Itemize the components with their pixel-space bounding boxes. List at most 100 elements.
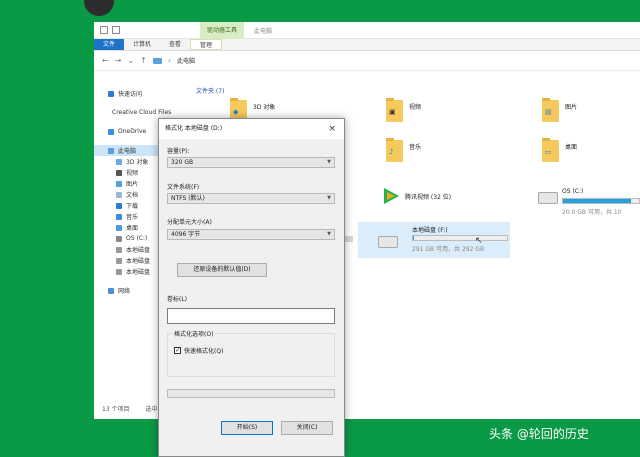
allocation-unit-label: 分配单元大小(A)	[167, 219, 212, 226]
drive-icon	[116, 268, 122, 275]
sidebar-item-pictures[interactable]: 图片	[94, 178, 166, 189]
filesystem-select[interactable]: NTFS (默认) ▼	[167, 193, 335, 204]
selection-status: 选中	[145, 406, 158, 413]
sidebar-item-label: 文档	[126, 192, 139, 199]
chevron-down-icon: ▼	[327, 195, 331, 201]
sidebar-item-local-disk[interactable]: 本地磁盘	[94, 244, 166, 255]
ribbon-tabs: 文件 计算机 查看 管理	[94, 39, 640, 51]
drive-label: 本地磁盘 (F:)	[412, 227, 448, 234]
drive-label: 腾讯视频 (32 位)	[405, 194, 452, 201]
filesystem-value: NTFS (默认)	[171, 195, 205, 202]
capacity-label: 容量(P):	[167, 148, 190, 155]
drive-label: OS (C:)	[562, 188, 584, 195]
folder-label: 视频	[409, 104, 422, 111]
dialog-title-text: 格式化 本地磁盘 (D:)	[165, 125, 223, 132]
forward-arrow-icon[interactable]: →	[115, 56, 122, 65]
drive-icon	[378, 236, 398, 248]
star-icon	[108, 90, 114, 97]
sidebar-item-label: 桌面	[126, 225, 139, 232]
format-progress-bar	[167, 389, 335, 398]
up-arrow-icon[interactable]: ↑	[140, 56, 147, 65]
picture-icon: ▤	[545, 108, 552, 116]
format-dialog: 格式化 本地磁盘 (D:) × 容量(P): 320 GB ▼ 文件系统(F) N…	[158, 118, 345, 457]
windows-drive-icon	[538, 192, 558, 204]
sidebar-item-music[interactable]: 音乐	[94, 211, 166, 222]
allocation-unit-select[interactable]: 4096 字节 ▼	[167, 229, 335, 240]
properties-icon[interactable]	[100, 26, 108, 34]
sidebar-item-os-c[interactable]: OS (C:)	[94, 233, 166, 244]
quick-format-checkbox[interactable]: ✓ 快速格式化(Q)	[174, 346, 223, 355]
drive-tencent-video[interactable]: 腾讯视频 (32 位)	[381, 186, 451, 208]
sidebar-item-downloads[interactable]: 下载	[94, 200, 166, 211]
sidebar-item-quick-access[interactable]: 快速访问	[94, 88, 166, 99]
restore-defaults-button[interactable]: 还原设备的默认值(D)	[177, 263, 267, 277]
sidebar-item-label: 下载	[126, 203, 139, 210]
music-icon: ♪	[389, 148, 394, 156]
sidebar-item-label: 本地磁盘	[126, 258, 151, 265]
start-button[interactable]: 开始(S)	[221, 421, 273, 435]
dialog-title: 格式化 本地磁盘 (D:) ×	[159, 119, 344, 139]
windows-drive-icon	[116, 235, 122, 242]
item-count: 13 个项目	[102, 406, 130, 413]
recent-chevron-icon[interactable]: ⌄	[127, 56, 134, 65]
sidebar-item-onedrive[interactable]: OneDrive	[94, 126, 166, 137]
breadcrumb[interactable]: 此电脑	[177, 56, 195, 65]
sidebar-item-local-disk[interactable]: 本地磁盘	[94, 255, 166, 266]
capacity-select[interactable]: 320 GB ▼	[167, 157, 335, 168]
sidebar-item-3d-objects[interactable]: 3D 对象	[94, 156, 166, 167]
sidebar-item-network[interactable]: 网络	[94, 285, 166, 296]
sidebar-item-this-pc[interactable]: 此电脑	[94, 145, 166, 156]
chevron-down-icon: ▼	[327, 231, 331, 237]
folder-icon: ▭	[542, 138, 559, 162]
sidebar-item-label: 本地磁盘	[126, 269, 151, 276]
sidebar-item-label: 快速访问	[118, 91, 143, 98]
allocation-unit-value: 4096 字节	[171, 231, 201, 238]
folder-pictures[interactable]: ▤ 图片	[542, 98, 577, 122]
sidebar-item-documents[interactable]: 文档	[94, 189, 166, 200]
sidebar-item-videos[interactable]: 视频	[94, 167, 166, 178]
cloud-icon	[108, 128, 114, 135]
folder-icon: ♪	[386, 138, 403, 162]
tab-computer[interactable]: 计算机	[124, 39, 160, 50]
filesystem-label: 文件系统(F)	[167, 184, 200, 191]
sidebar-item-label: 3D 对象	[126, 159, 149, 166]
sidebar-item-creative-cloud[interactable]: Creative Cloud Files	[94, 107, 171, 118]
tab-view[interactable]: 查看	[160, 39, 190, 50]
chevron-down-icon: ▼	[327, 159, 331, 165]
volume-label-input[interactable]	[167, 308, 335, 324]
format-options-label: 格式化选项(O)	[172, 329, 216, 338]
sidebar-item-desktop[interactable]: 桌面	[94, 222, 166, 233]
music-icon	[116, 213, 122, 220]
ribbon-context-tab[interactable]: 驱动器工具	[200, 22, 244, 39]
folder-icon: ▤	[542, 98, 559, 122]
tab-manage[interactable]: 管理	[190, 39, 223, 50]
download-icon	[116, 202, 122, 209]
folder-videos[interactable]: ▣ 视频	[386, 98, 422, 122]
sidebar-item-label: 图片	[126, 181, 139, 188]
this-pc-icon	[152, 57, 162, 64]
title-bar: 驱动器工具 此电脑	[94, 22, 640, 39]
cube-icon: ◆	[233, 108, 239, 116]
new-folder-icon[interactable]	[112, 26, 120, 34]
drive-usage-bar	[412, 235, 508, 241]
navigation-pane: 快速访问 Creative Cloud Files OneDrive 此电脑 3…	[94, 80, 171, 400]
sidebar-item-label: 视频	[126, 170, 139, 177]
folder-desktop[interactable]: ▭ 桌面	[542, 138, 577, 162]
back-arrow-icon[interactable]: ←	[102, 56, 109, 65]
sidebar-item-label: 音乐	[126, 214, 139, 221]
desktop-icon: ▭	[545, 148, 552, 156]
sidebar-item-local-disk[interactable]: 本地磁盘	[94, 266, 166, 277]
folders-section-header[interactable]: 文件夹 (7)	[196, 86, 224, 95]
folder-icon: ▣	[386, 98, 403, 122]
tab-file[interactable]: 文件	[94, 39, 125, 50]
drive-size: 20.0 GB 可用，共 10	[562, 209, 622, 216]
drive-usage-bar	[562, 198, 640, 204]
folder-music[interactable]: ♪ 音乐	[386, 138, 421, 162]
drive-local-f[interactable]: 本地磁盘 (F:) 291 GB 可用，共 292 GB	[358, 222, 510, 258]
close-icon[interactable]: ×	[328, 119, 336, 139]
sidebar-item-label: OneDrive	[118, 128, 147, 135]
close-button[interactable]: 关闭(C)	[281, 421, 333, 435]
status-bar: 13 个项目 选中	[102, 404, 158, 413]
picture-icon	[116, 180, 122, 187]
sidebar-item-label: OS (C:)	[126, 235, 148, 242]
